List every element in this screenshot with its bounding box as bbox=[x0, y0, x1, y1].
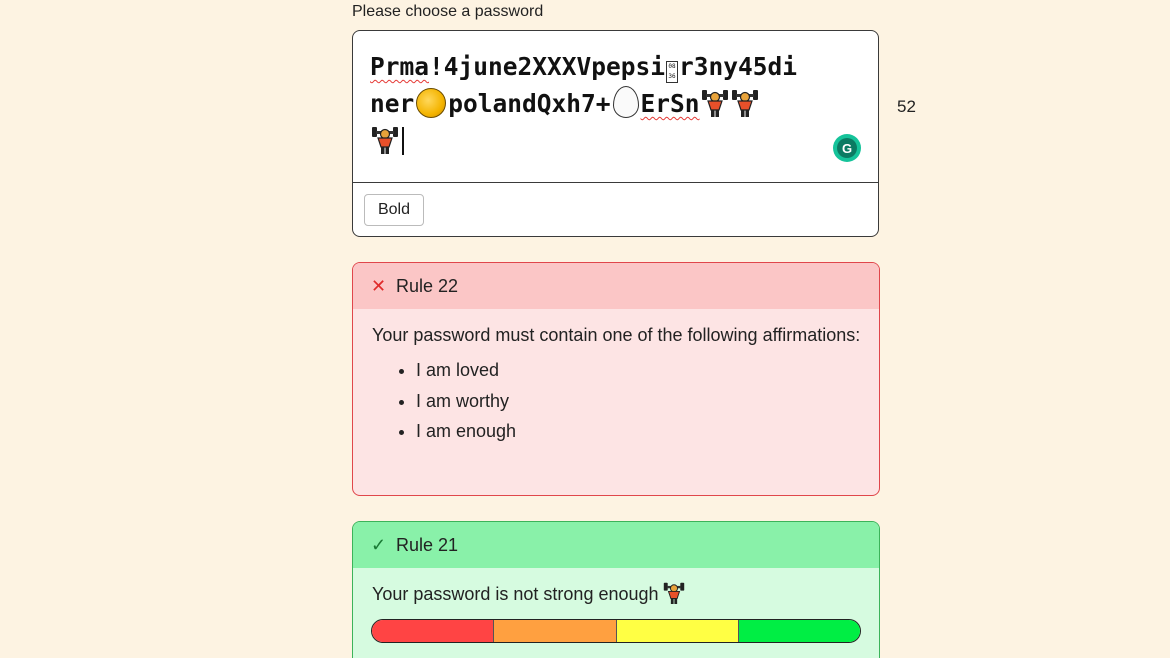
password-segment: ner bbox=[370, 89, 415, 118]
rule-body: Your password must contain one of the fo… bbox=[353, 309, 879, 447]
rule-card-22: ✕ Rule 22 Your password must contain one… bbox=[352, 262, 880, 496]
weightlifter-icon bbox=[371, 125, 399, 155]
weightlifter-icon bbox=[731, 88, 759, 118]
password-editor[interactable]: Prma!4june2XXXVpepsi 08 36 r3ny45di ner pola… bbox=[352, 30, 879, 237]
strength-segment bbox=[738, 620, 860, 642]
password-line-2: ner polandQxh7+ ErSn bbox=[370, 85, 860, 122]
page: Please choose a password Prma!4june2XXXV… bbox=[0, 0, 1170, 658]
full-moon-icon bbox=[416, 88, 447, 118]
list-item: I am enough bbox=[416, 416, 861, 447]
strength-segment bbox=[616, 620, 739, 642]
affirmation-list: I am loved I am worthy I am enough bbox=[372, 355, 861, 447]
weightlifter-icon bbox=[663, 581, 685, 605]
password-line-3 bbox=[370, 122, 860, 159]
weightlifter-icon bbox=[701, 88, 729, 118]
bold-button[interactable]: Bold bbox=[364, 194, 424, 226]
password-segment: !4june2XXXVpepsi bbox=[429, 52, 666, 81]
check-icon: ✓ bbox=[371, 534, 387, 555]
rule-header: ✓ Rule 21 bbox=[353, 522, 879, 568]
rule-description: Your password is not strong enough bbox=[372, 584, 659, 604]
x-icon: ✕ bbox=[371, 275, 387, 296]
rule-body: Your password is not strong enough bbox=[353, 568, 879, 609]
rule-header: ✕ Rule 22 bbox=[353, 263, 879, 309]
strength-segment bbox=[494, 620, 617, 642]
password-segment: Prma bbox=[370, 52, 430, 81]
password-segment: ErSn bbox=[640, 89, 700, 118]
strength-segment bbox=[372, 620, 495, 642]
strength-meter bbox=[371, 619, 861, 643]
egg-icon bbox=[612, 86, 639, 118]
list-item: I am loved bbox=[416, 355, 861, 386]
rule-card-21: ✓ Rule 21 Your password is not strong en… bbox=[352, 521, 880, 658]
password-input[interactable]: Prma!4june2XXXVpepsi 08 36 r3ny45di ner pola… bbox=[370, 48, 860, 159]
password-prompt-label: Please choose a password bbox=[352, 3, 544, 20]
list-item: I am worthy bbox=[416, 386, 861, 417]
grammarly-icon[interactable]: G bbox=[833, 134, 861, 162]
text-caret bbox=[402, 127, 404, 155]
unknown-glyph-icon: 08 36 bbox=[666, 61, 679, 83]
character-count: 52 bbox=[897, 97, 916, 116]
editor-toolbar: Bold bbox=[353, 182, 878, 236]
password-segment: polandQxh7+ bbox=[448, 89, 611, 118]
rule-description: Your password must contain one of the fo… bbox=[372, 325, 861, 345]
rule-title: Rule 21 bbox=[396, 534, 459, 555]
rule-title: Rule 22 bbox=[396, 275, 459, 296]
password-segment: r3ny45di bbox=[679, 52, 798, 81]
password-line-1: Prma!4june2XXXVpepsi 08 36 r3ny45di bbox=[370, 48, 860, 85]
